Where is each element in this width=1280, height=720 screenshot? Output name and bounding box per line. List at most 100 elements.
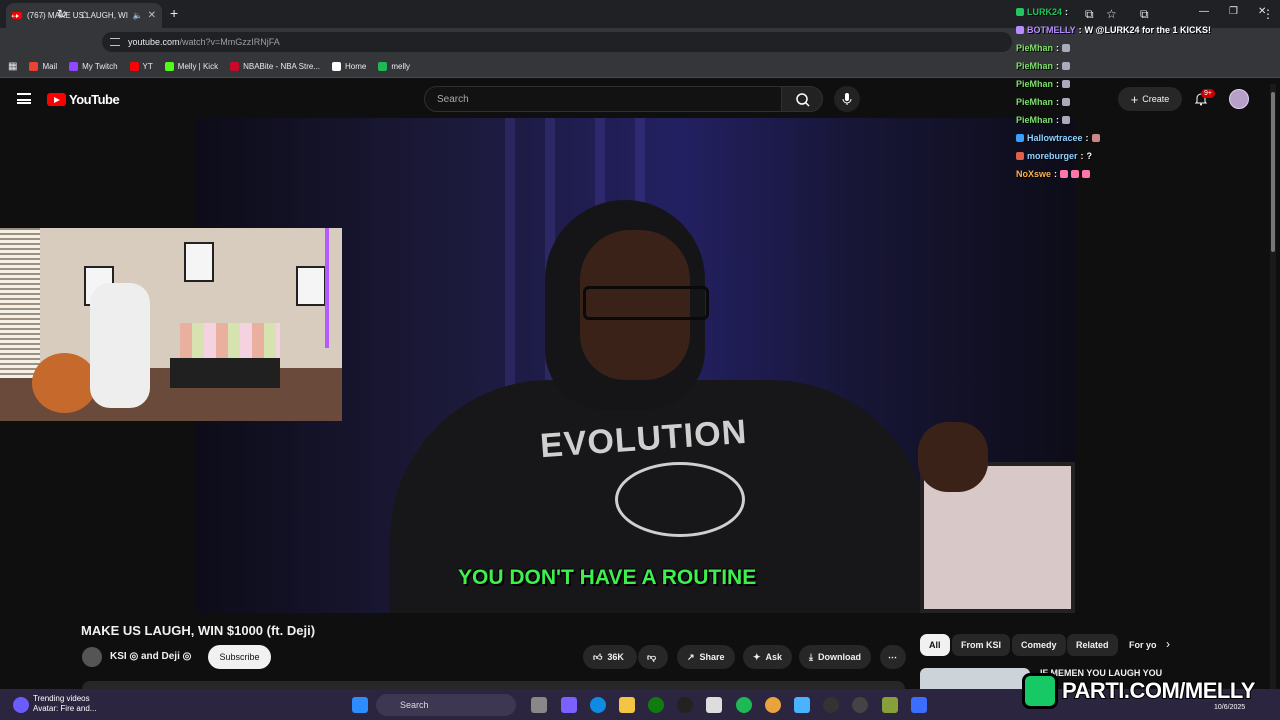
chip-all[interactable]: All — [920, 634, 950, 656]
weather-widget-icon[interactable] — [13, 697, 29, 713]
share-icon: ↗ — [687, 651, 695, 662]
photos-icon[interactable] — [794, 697, 810, 713]
more-actions-button[interactable]: ⋯ — [880, 645, 906, 669]
chrome-icon[interactable] — [765, 697, 781, 713]
chat-message: : — [1056, 97, 1060, 107]
chip-from-ksi[interactable]: From KSI — [952, 634, 1011, 656]
bookmark-melly[interactable]: melly — [378, 62, 410, 71]
scrollbar-thumb[interactable] — [1271, 92, 1275, 252]
badge-icon — [1016, 134, 1024, 142]
chat-line: NoXswe: — [1016, 165, 1266, 183]
poster — [184, 242, 214, 282]
file-explorer-icon[interactable] — [619, 697, 635, 713]
chat-line: PieMhan: — [1016, 39, 1266, 57]
chat-line: Hallowtracee: — [1016, 129, 1266, 147]
bean-bag — [32, 353, 97, 413]
chat-text: W @LURK24 for the 1 KICKS! — [1084, 25, 1211, 35]
video-subtitle: YOU DON'T HAVE A ROUTINE — [458, 566, 757, 589]
apps-grid-icon[interactable]: ▦ — [8, 61, 17, 72]
chip-comedy[interactable]: Comedy — [1012, 634, 1066, 656]
channel-name[interactable]: KSI ◎ and Deji ◎ — [110, 651, 191, 662]
chat-message: : — [1056, 43, 1060, 53]
plush-toys — [180, 323, 280, 363]
like-button[interactable]: 👍︎ 36K — [583, 645, 637, 669]
melly-icon — [378, 62, 388, 71]
twitch-icon — [69, 62, 79, 71]
taskbar-search[interactable]: Search — [376, 694, 516, 716]
parti-logo-icon — [1022, 673, 1058, 709]
bot-badge-icon — [1016, 26, 1024, 34]
share-button[interactable]: ↗ Share — [677, 645, 735, 669]
chip-for-you[interactable]: For yo — [1120, 634, 1166, 656]
chat-message: : — [1056, 79, 1060, 89]
windows-start-icon[interactable] — [352, 697, 368, 713]
url-path: /watch?v=MmGzzIRNjFA — [179, 37, 280, 47]
hand — [918, 422, 988, 492]
edge-icon[interactable] — [590, 697, 606, 713]
chat-message: : — [1056, 61, 1060, 71]
voice-search-button[interactable] — [834, 86, 860, 112]
copilot-icon[interactable] — [561, 697, 577, 713]
bookmark-kick[interactable]: Melly | Kick — [164, 62, 218, 71]
glasses — [583, 286, 709, 320]
bookmark-yt[interactable]: YT — [129, 62, 153, 71]
app-icon[interactable] — [852, 697, 868, 713]
channel-avatar[interactable] — [82, 647, 102, 667]
chat-message: : — [1065, 7, 1069, 17]
emote-icon — [1062, 62, 1071, 70]
ask-button[interactable]: ✦ Ask — [743, 645, 793, 669]
emote-icon — [1071, 170, 1080, 178]
nba-icon — [230, 62, 240, 71]
steam-icon[interactable] — [677, 697, 693, 713]
chevron-right-icon[interactable]: › — [1166, 637, 1170, 651]
emote-icon — [1062, 80, 1071, 88]
video-title: MAKE US LAUGH, WIN $1000 (ft. Deji) — [81, 623, 316, 638]
reload-icon[interactable]: ↻ — [57, 7, 67, 21]
youtube-icon — [129, 62, 139, 71]
subscribe-button[interactable]: Subscribe — [208, 645, 271, 669]
badge-icon — [1016, 152, 1024, 160]
emote-icon — [1062, 98, 1071, 106]
youtube-logo[interactable]: YouTube — [47, 92, 120, 107]
scrollbar[interactable] — [1270, 84, 1276, 704]
chat-line: PieMhan: — [1016, 111, 1266, 129]
store-icon[interactable] — [706, 697, 722, 713]
app-icon-2[interactable] — [882, 697, 898, 713]
url-host: youtube.com — [128, 37, 180, 47]
address-bar[interactable]: youtube.com/watch?v=MmGzzIRNjFA — [102, 32, 1012, 52]
search-button[interactable] — [781, 86, 823, 112]
dislike-button[interactable]: 👎︎ — [638, 645, 668, 669]
roblox-icon[interactable] — [911, 697, 927, 713]
chat-line: PieMhan: — [1016, 57, 1266, 75]
chip-related[interactable]: Related — [1067, 634, 1118, 656]
back-icon[interactable]: ← — [9, 7, 21, 21]
download-button[interactable]: ⤓ Download — [799, 645, 871, 669]
search-input[interactable]: Search — [424, 86, 782, 112]
spotify-icon[interactable] — [736, 697, 752, 713]
desk — [170, 358, 280, 388]
xbox-icon[interactable] — [648, 697, 664, 713]
speaker-icon[interactable]: 🔈 — [133, 11, 143, 20]
bookmark-twitch[interactable]: My Twitch — [69, 62, 118, 71]
webcam-overlay — [0, 228, 342, 421]
menu-icon[interactable] — [17, 93, 31, 104]
media-player-icon[interactable] — [823, 697, 839, 713]
bookmark-mail[interactable]: Mail — [29, 62, 57, 71]
more-dots-icon: ⋯ — [888, 651, 897, 662]
chat-line: LURK24: — [1016, 3, 1266, 21]
hoodie-crest — [615, 462, 745, 537]
bookmark-home[interactable]: Home — [332, 62, 366, 71]
close-tab-icon[interactable]: ✕ — [148, 10, 156, 21]
gmail-icon — [29, 62, 39, 71]
home-icon[interactable]: ⌂ — [81, 7, 88, 21]
new-tab-button[interactable]: + — [170, 5, 178, 21]
badge-icon — [1016, 8, 1024, 16]
parti-watermark: PARTI.COM/MELLY — [1022, 670, 1278, 712]
site-info-icon[interactable] — [110, 38, 120, 46]
trending-widget[interactable]: Trending videos Avatar: Fire and... — [33, 694, 96, 714]
bookmark-nbabite[interactable]: NBABite - NBA Stre... — [230, 62, 320, 71]
poster — [296, 266, 326, 306]
forward-icon[interactable]: → — [34, 7, 46, 21]
task-view-icon[interactable] — [531, 697, 547, 713]
chat-line: PieMhan: — [1016, 93, 1266, 111]
